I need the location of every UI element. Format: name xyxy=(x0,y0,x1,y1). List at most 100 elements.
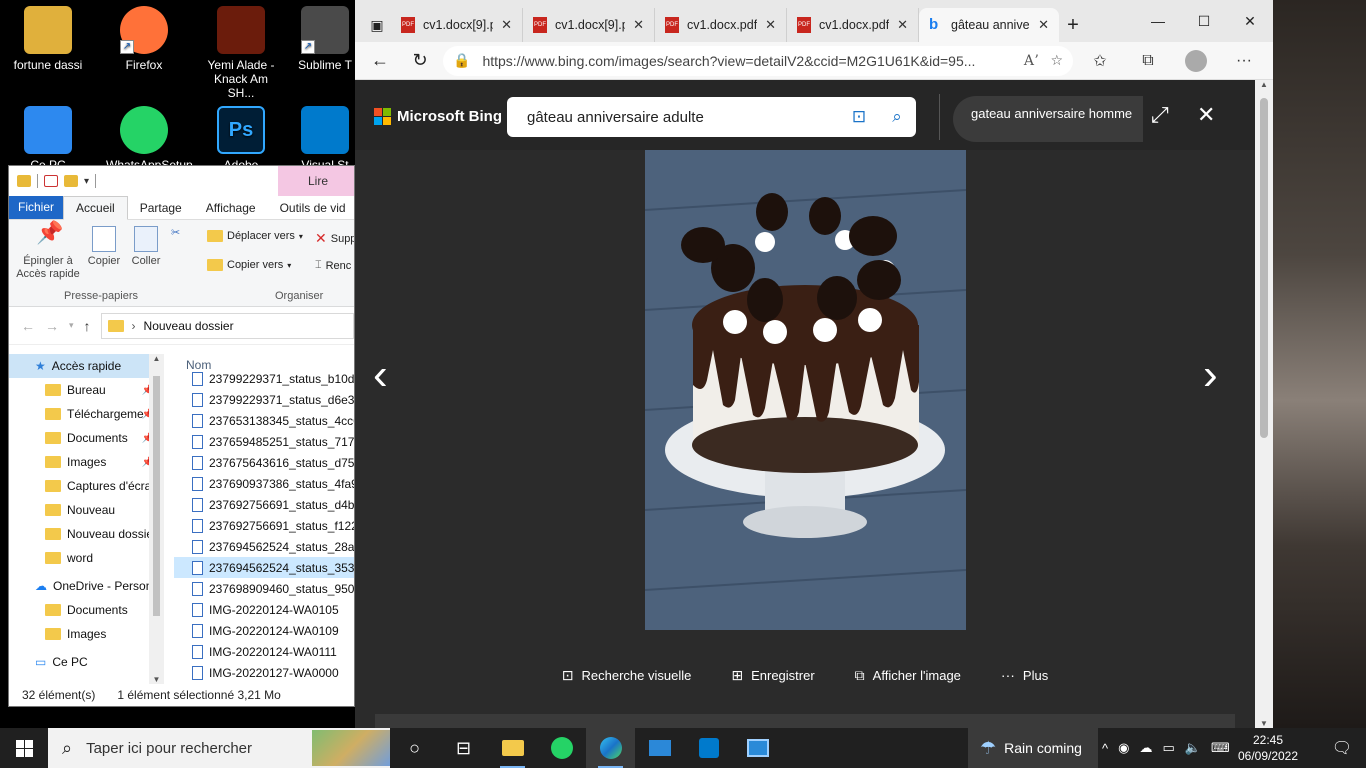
nav-item[interactable]: Captures d'écran xyxy=(9,474,164,498)
edge-taskbar-icon[interactable] xyxy=(586,728,635,768)
cut-icon[interactable]: ✂ xyxy=(171,226,180,239)
file-row[interactable]: 237694562524_status_35370c xyxy=(174,557,354,578)
taskbar-search[interactable]: ⌕ Taper ici pour rechercher xyxy=(48,728,390,768)
file-row[interactable]: 237675643616_status_d75b1c xyxy=(174,452,354,473)
nav-scrollbar[interactable]: ▲ ▼ xyxy=(149,354,164,684)
desktop-icon-firefox[interactable]: ↗ Firefox xyxy=(106,0,182,72)
back-icon[interactable]: ← xyxy=(21,318,35,334)
desktop-icon-visual-studio[interactable]: Visual St xyxy=(294,100,356,172)
previous-image-icon[interactable]: ‹ xyxy=(373,350,388,400)
scroll-up-icon[interactable]: ▲ xyxy=(1255,80,1273,89)
read-aloud-icon[interactable]: Aʼ xyxy=(1024,53,1039,69)
browser-tab[interactable]: PDF cv1.docx.pdf ✕ xyxy=(655,8,787,42)
fullscreen-icon[interactable]: ⤢ xyxy=(1151,102,1169,128)
next-image-icon[interactable]: › xyxy=(1203,350,1218,400)
forward-icon[interactable]: → xyxy=(45,318,59,334)
add-favorite-icon[interactable]: ☆ xyxy=(1050,52,1063,69)
paste-button[interactable]: Coller xyxy=(127,226,165,268)
nav-item[interactable]: Bureau 📌 xyxy=(9,378,164,402)
nav-item[interactable]: Téléchargeme 📌 xyxy=(9,402,164,426)
task-view-icon[interactable]: ⊟ xyxy=(439,728,488,768)
scroll-down-icon[interactable]: ▼ xyxy=(149,675,164,684)
vscode-taskbar-icon[interactable] xyxy=(684,728,733,768)
microsoft-logo-icon[interactable] xyxy=(374,108,391,125)
desktop-icon-adobe[interactable]: Ps Adobe xyxy=(203,100,279,172)
scroll-thumb[interactable] xyxy=(1260,98,1268,438)
nav-item[interactable]: ★ Accès rapide xyxy=(9,354,164,378)
file-row[interactable]: IMG-20220124-WA0105 xyxy=(174,599,354,620)
copy-button[interactable]: Copier xyxy=(85,226,123,268)
tab-partage[interactable]: Partage xyxy=(128,197,194,219)
nav-item[interactable]: word xyxy=(9,546,164,570)
properties-icon[interactable] xyxy=(44,175,58,187)
favorites-icon[interactable]: ✩ xyxy=(1079,46,1121,76)
refresh-button[interactable]: ↻ xyxy=(403,46,437,76)
delete-button[interactable]: ✕ Supp xyxy=(315,230,354,247)
cortana-icon[interactable]: ○ xyxy=(390,728,439,768)
nav-item[interactable]: Documents 📌 xyxy=(9,426,164,450)
visual-search-icon[interactable]: ⊡ xyxy=(840,107,878,127)
close-tab-icon[interactable]: ✕ xyxy=(897,17,908,33)
search-icon[interactable]: ⌕ xyxy=(878,107,916,127)
url-text[interactable]: https://www.bing.com/images/search?view=… xyxy=(482,53,1011,69)
nav-item[interactable]: Images 📌 xyxy=(9,450,164,474)
page-scrollbar[interactable]: ▲ ▼ xyxy=(1255,80,1273,728)
desktop-icon-fortune-dassi[interactable]: fortune dassi xyxy=(10,0,86,72)
file-explorer-taskbar-icon[interactable] xyxy=(488,728,537,768)
browser-tab[interactable]: bgâteau anniversaire adulte✕ xyxy=(919,8,1059,42)
tab-accueil[interactable]: Accueil xyxy=(63,196,128,220)
contextual-tab-lire[interactable]: Lire xyxy=(278,166,354,196)
whatsapp-taskbar-icon[interactable] xyxy=(537,728,586,768)
notifications-icon[interactable]: 🗨 xyxy=(1318,728,1366,768)
column-header-name[interactable]: ^ Nom xyxy=(174,354,354,372)
file-row[interactable]: IMG-20220127-WA0000 xyxy=(174,662,354,683)
nav-item[interactable]: ☁ OneDrive - Person xyxy=(9,574,164,598)
tab-outils-video[interactable]: Outils de vid xyxy=(268,197,354,219)
new-folder-icon[interactable] xyxy=(64,175,78,187)
file-row[interactable]: 237698909460_status_9500cc xyxy=(174,578,354,599)
close-tab-icon[interactable]: ✕ xyxy=(765,17,776,33)
tab-fichier[interactable]: Fichier xyxy=(9,195,64,219)
breadcrumb[interactable]: Nouveau dossier xyxy=(144,319,234,333)
clock[interactable]: 22:45 06/09/2022 xyxy=(1228,732,1308,764)
save-button[interactable]: ⊞ Enregistrer xyxy=(731,662,814,688)
address-bar[interactable]: › Nouveau dossier xyxy=(100,312,354,339)
browser-tab[interactable]: PDFcv1.docx[9].pdf✕ xyxy=(523,8,655,42)
view-image-button[interactable]: ⧉ Afficher l'image xyxy=(855,662,961,688)
scroll-up-icon[interactable]: ▲ xyxy=(149,354,164,363)
main-image-cake[interactable] xyxy=(645,150,966,630)
copy-to-button[interactable]: Copier vers ▾ xyxy=(207,259,291,271)
browser-tab[interactable]: PDFcv1.docx[9].pdf✕ xyxy=(391,8,523,42)
new-tab-button[interactable]: + xyxy=(1059,11,1087,39)
close-window-button[interactable]: ✕ xyxy=(1227,0,1273,42)
related-results-strip[interactable] xyxy=(375,714,1235,728)
show-hidden-icons-icon[interactable]: ^ xyxy=(1102,741,1108,756)
file-row[interactable]: IMG-20220124-WA0111 xyxy=(174,641,354,662)
volume-icon[interactable]: 🔈 xyxy=(1185,740,1201,756)
profile-button[interactable] xyxy=(1175,46,1217,76)
close-tab-icon[interactable]: ✕ xyxy=(1038,17,1049,33)
file-row[interactable]: 237692756691_status_d4b893 xyxy=(174,494,354,515)
browser-tab[interactable]: PDF cv1.docx.pdf ✕ xyxy=(787,8,919,42)
close-viewer-icon[interactable]: ✕ xyxy=(1197,102,1215,128)
nav-item[interactable]: Nouveau dossier xyxy=(9,522,164,546)
pin-quick-access-button[interactable]: 📌 Épingler à Accès rapide xyxy=(15,222,81,281)
weather-widget[interactable]: ☂ Rain coming xyxy=(968,728,1098,768)
photos-taskbar-icon[interactable] xyxy=(733,728,782,768)
file-row[interactable]: 237659485251_status_7174f4 xyxy=(174,431,354,452)
recent-dropdown-icon[interactable]: ▾ xyxy=(69,320,74,331)
minimize-button[interactable]: — xyxy=(1135,0,1181,42)
nav-item[interactable]: Nouveau xyxy=(9,498,164,522)
visual-search-button[interactable]: ⊡ Recherche visuelle xyxy=(562,662,692,688)
tab-actions-icon[interactable]: ▣ xyxy=(363,11,391,39)
nav-item[interactable]: Documents xyxy=(9,598,164,622)
keyboard-icon[interactable]: ⌨ xyxy=(1211,740,1230,756)
rename-button[interactable]: ⌶ Renc xyxy=(315,259,351,272)
related-search-chip[interactable]: gateau anniversaire homme xyxy=(953,96,1143,142)
desktop-icon-yemi-alade[interactable]: Yemi Alade - Knack Am SH... xyxy=(203,0,279,100)
close-tab-icon[interactable]: ✕ xyxy=(501,17,512,33)
nav-item[interactable]: Images xyxy=(9,622,164,646)
lock-icon[interactable]: 🔒 xyxy=(453,52,470,69)
up-icon[interactable]: ↑ xyxy=(84,318,91,334)
mail-taskbar-icon[interactable] xyxy=(635,728,684,768)
